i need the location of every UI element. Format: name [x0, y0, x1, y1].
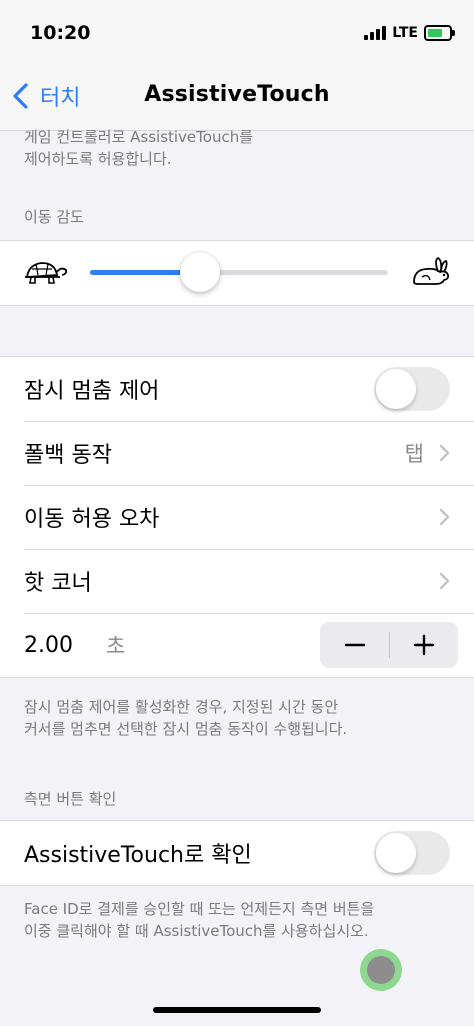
confirm-with-assistivetouch-row: AssistiveTouch로 확인	[0, 821, 474, 885]
navigation-bar: 터치 AssistiveTouch	[0, 64, 474, 131]
movement-tolerance-row[interactable]: 이동 허용 오차	[0, 485, 474, 549]
footer-line: 제어하도록 허용합니다.	[24, 150, 172, 168]
turtle-icon	[25, 262, 68, 284]
signal-icon	[364, 26, 387, 40]
rabbit-icon	[413, 256, 450, 285]
sensitivity-slider[interactable]	[90, 252, 388, 292]
network-label: LTE	[392, 25, 418, 41]
confirm-with-assistivetouch-label: AssistiveTouch로 확인	[24, 843, 252, 868]
side-button-footer: Face ID로 결제를 승인할 때 또는 언제든지 측면 버튼을 이중 클릭해…	[24, 898, 374, 942]
dwell-footer: 잠시 멈춤 제어를 활성화한 경우, 지정된 시간 동안 커서를 멈추면 선택한…	[24, 696, 347, 740]
footer-line: 커서를 멈추면 선택한 잠시 멈춤 동작이 수행됩니다.	[24, 720, 348, 738]
duration-stepper	[320, 622, 458, 668]
status-time: 10:20	[30, 22, 91, 44]
footer-line: Face ID로 결제를 승인할 때 또는 언제든지 측면 버튼을	[24, 900, 375, 918]
side-button-header: 측면 버튼 확인	[24, 790, 117, 808]
chevron-right-icon	[439, 508, 450, 526]
sensitivity-slider-panel	[0, 240, 474, 306]
dwell-control-row: 잠시 멈춤 제어	[0, 357, 474, 421]
decrement-button[interactable]	[320, 622, 389, 668]
footer-line: 잠시 멈춤 제어를 활성화한 경우, 지정된 시간 동안	[24, 698, 339, 716]
chevron-right-icon	[439, 444, 450, 462]
slider-thumb[interactable]	[180, 252, 221, 292]
status-bar: 10:20 LTE	[0, 0, 474, 64]
dwell-duration-row: 2.00 초	[0, 613, 474, 677]
game-controller-footer: 게임 컨트롤러로 AssistiveTouch를 제어하도록 허용합니다.	[24, 126, 253, 170]
sensitivity-header: 이동 감도	[24, 208, 84, 226]
confirm-with-assistivetouch-toggle[interactable]	[374, 831, 450, 875]
duration-value: 2.00	[24, 632, 73, 658]
chevron-right-icon	[439, 572, 450, 590]
plus-icon	[413, 634, 434, 656]
footer-line: 이중 클릭해야 할 때 AssistiveTouch를 사용하십시오.	[24, 922, 369, 940]
hot-corners-row[interactable]: 핫 코너	[0, 549, 474, 613]
fallback-action-label: 폴백 동작	[24, 443, 112, 468]
hot-corners-label: 핫 코너	[24, 571, 92, 596]
fallback-action-value: 탭	[404, 442, 424, 466]
dwell-settings-group: 잠시 멈춤 제어 폴백 동작 탭 이동 허용 오차 핫 코너 2.00 초	[0, 356, 474, 678]
page-title: AssistiveTouch	[144, 82, 330, 107]
increment-button[interactable]	[389, 622, 458, 668]
dwell-control-toggle[interactable]	[374, 367, 450, 411]
assistive-touch-icon[interactable]	[360, 949, 402, 991]
dwell-control-label: 잠시 멈춤 제어	[24, 379, 160, 404]
fallback-action-row[interactable]: 폴백 동작 탭	[0, 421, 474, 485]
movement-tolerance-label: 이동 허용 오차	[24, 507, 160, 532]
side-button-group: AssistiveTouch로 확인	[0, 820, 474, 886]
battery-icon	[424, 25, 455, 41]
home-indicator[interactable]	[153, 1007, 321, 1013]
status-indicators: LTE	[364, 25, 455, 41]
duration-unit: 초	[106, 634, 126, 658]
minus-icon	[344, 643, 365, 647]
footer-line: 게임 컨트롤러로 AssistiveTouch를	[24, 128, 254, 146]
stepper-divider	[389, 632, 390, 658]
